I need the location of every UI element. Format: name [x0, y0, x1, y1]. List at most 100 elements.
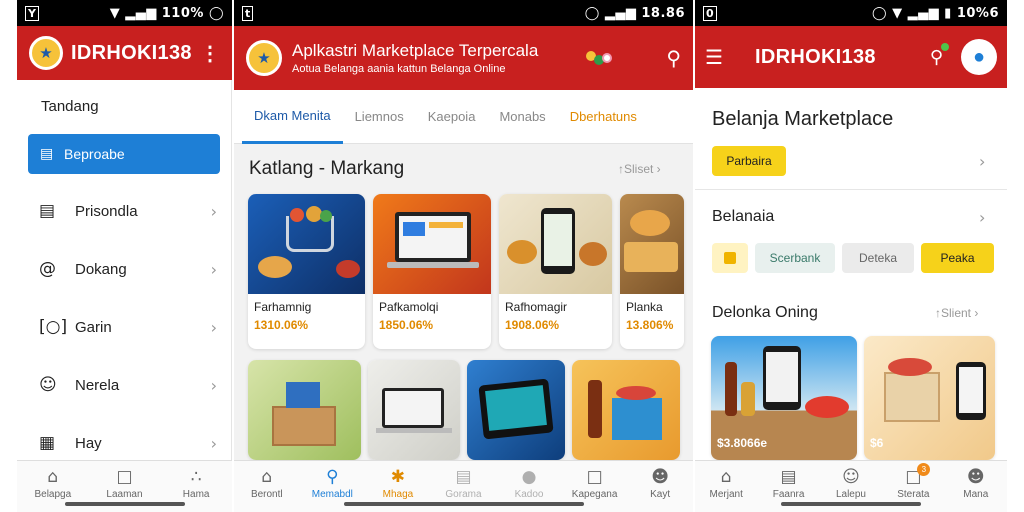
product-image	[467, 360, 565, 460]
calendar-icon: ▤	[40, 146, 54, 162]
smile-icon: ☺	[842, 467, 860, 487]
nav-item[interactable]: ● Kadoo	[501, 467, 557, 500]
brand-name: IDRHOKI138	[755, 45, 876, 68]
list-icon: ▤	[455, 467, 472, 487]
chevron-right-icon: ›	[210, 375, 217, 395]
bottom-nav: ⌂ Belapga □ Laaman ∴ Hama	[17, 460, 232, 512]
nav-item[interactable]: ✱ Mhaga	[370, 467, 426, 500]
home-indicator	[343, 502, 584, 506]
product-name: Rafhomagir	[505, 300, 568, 314]
chevron-right-icon[interactable]: ›	[979, 152, 985, 171]
grid-icon: ▦	[39, 433, 56, 453]
nav-label: Memabdl	[311, 489, 353, 500]
product-image	[368, 360, 460, 460]
category-tabs: Dkam Menita Liemnos Kaepoia Monabs Dberh…	[234, 90, 693, 144]
hamburger-menu-icon[interactable]: ☰	[705, 45, 741, 70]
chip-scerbank[interactable]: Scerbank	[755, 243, 835, 273]
product-card[interactable]: Planka 13.806%	[620, 194, 684, 349]
product-name: Planka	[626, 300, 663, 314]
page-heading: Belanja Marketplace	[712, 108, 894, 130]
section-title: Delonka Oning	[712, 304, 818, 321]
product-card[interactable]	[248, 360, 361, 460]
row-label: Belanaia	[712, 208, 775, 225]
chevron-right-icon: ›	[210, 201, 217, 221]
drawer-menu: Tandang ▤ Beproabe ▤ Prisondla › @ Dokan…	[17, 80, 232, 460]
product-card[interactable]: $6	[864, 336, 995, 460]
circle-icon: ●	[521, 467, 537, 487]
nav-label: Laaman	[106, 489, 143, 500]
nav-item[interactable]: ☻ Mana	[946, 467, 1006, 500]
see-all-link[interactable]: ↑Slient ›	[935, 306, 978, 320]
nav-item[interactable]: □ Kapegana	[567, 467, 623, 500]
product-card[interactable]: Pafkamolqi 1850.06%	[373, 194, 491, 349]
nav-item[interactable]: □ Laaman	[94, 467, 154, 500]
nav-item[interactable]: ▤ Faanra	[759, 467, 819, 500]
product-card[interactable]	[467, 360, 565, 460]
tab-liemnos[interactable]: Liemnos	[343, 90, 416, 144]
nav-item[interactable]: □ 3 Sterata	[883, 463, 943, 500]
chip-peaka[interactable]: Peaka	[921, 243, 994, 273]
brand-name: IDRHOKI138	[71, 41, 192, 64]
notification-badge: 3	[917, 463, 931, 476]
product-image: $3.8066e	[711, 336, 857, 460]
status-left: 0	[703, 5, 717, 21]
brand-logo: ★	[246, 40, 282, 76]
product-price: 1850.06%	[379, 318, 434, 332]
drawer-item-label: Beproabe	[64, 146, 125, 162]
chip-deteka[interactable]: Deteka	[842, 243, 914, 273]
drawer-item-label: Nerela	[75, 376, 120, 394]
nav-item[interactable]: ⌂ Merjant	[696, 467, 756, 500]
promo-button[interactable]: Parbaira	[712, 146, 786, 176]
drawer-item[interactable]: @ Dokang ›	[17, 240, 231, 298]
product-card[interactable]: $3.8066e	[711, 336, 857, 460]
profile-icon: ●	[972, 45, 986, 68]
nav-label: Mana	[963, 489, 989, 500]
product-image	[373, 194, 491, 294]
nav-item[interactable]: ☻ Kayt	[632, 467, 688, 500]
document-icon: ▤	[39, 201, 56, 221]
product-card[interactable]: Rafhomagir 1908.06%	[499, 194, 612, 349]
chevron-right-icon[interactable]: ›	[979, 208, 985, 227]
drawer-item[interactable]: [○] Garin ›	[17, 298, 231, 356]
nav-item[interactable]: ⌂ Berontl	[239, 467, 295, 500]
product-card[interactable]: Farhamnig 1310.06%	[248, 194, 365, 349]
nav-item[interactable]: ☺ Lalepu	[821, 467, 881, 500]
people-icon: ∴	[190, 467, 202, 487]
nav-item[interactable]: ▤ Gorama	[435, 467, 491, 500]
product-card[interactable]	[368, 360, 460, 460]
phone-catalog: t ◯ ▂▄▆ 18.86 ★ Aplkastri Marketplace Te…	[234, 0, 693, 512]
status-bar: 0 ◯ ▼ ▂▄▆ ▮ 10%6	[695, 0, 1007, 26]
see-all-link[interactable]: ↑Sliset ›	[618, 162, 661, 176]
product-price: 1908.06%	[505, 318, 560, 332]
status-left: t	[242, 5, 254, 21]
search-icon[interactable]: ⚲	[666, 46, 681, 70]
drawer-item-label: Garin	[75, 318, 112, 336]
search-icon: ⚲	[326, 467, 339, 487]
tab-kaepoia[interactable]: Kaepoia	[416, 90, 488, 144]
search-icon[interactable]: ⚲	[930, 42, 949, 68]
status-right: ◯ ▂▄▆ 18.86	[584, 5, 685, 21]
nav-label: Hama	[182, 489, 210, 500]
scan-icon: [○]	[39, 317, 68, 337]
product-image	[620, 194, 684, 294]
tab-dkam-menita[interactable]: Dkam Menita	[242, 90, 343, 144]
nav-label: Faanra	[772, 489, 805, 500]
nav-item[interactable]: ⌂ Belapga	[23, 467, 83, 500]
bag-icon[interactable]	[712, 243, 748, 273]
book-icon: □	[116, 467, 133, 487]
product-image	[499, 194, 612, 294]
bottom-nav: ⌂ Merjant ▤ Faanra ☺ Lalepu □ 3 Sterata …	[695, 460, 1007, 512]
overflow-menu-icon[interactable]: ⋮	[200, 41, 220, 66]
drawer-item[interactable]: ☺ Nerela ›	[17, 356, 231, 414]
avatar[interactable]: ●	[961, 39, 997, 75]
chevron-right-icon: ›	[210, 317, 217, 337]
product-card[interactable]	[572, 360, 680, 460]
nav-item[interactable]: ∴ Hama	[166, 467, 226, 500]
nav-item[interactable]: ⚲ Memabdl	[304, 467, 360, 500]
tab-dberhatuns[interactable]: Dberhatuns	[558, 90, 649, 144]
tab-monabs[interactable]: Monabs	[487, 90, 557, 144]
status-bar: Y ▼ ▂▄▆ 110% ◯	[17, 0, 232, 26]
marketplace-content: Belanja Marketplace Parbaira › Belanaia …	[695, 88, 1007, 460]
drawer-item-active[interactable]: ▤ Beproabe	[28, 134, 220, 174]
drawer-item[interactable]: ▤ Prisondla ›	[17, 182, 231, 240]
